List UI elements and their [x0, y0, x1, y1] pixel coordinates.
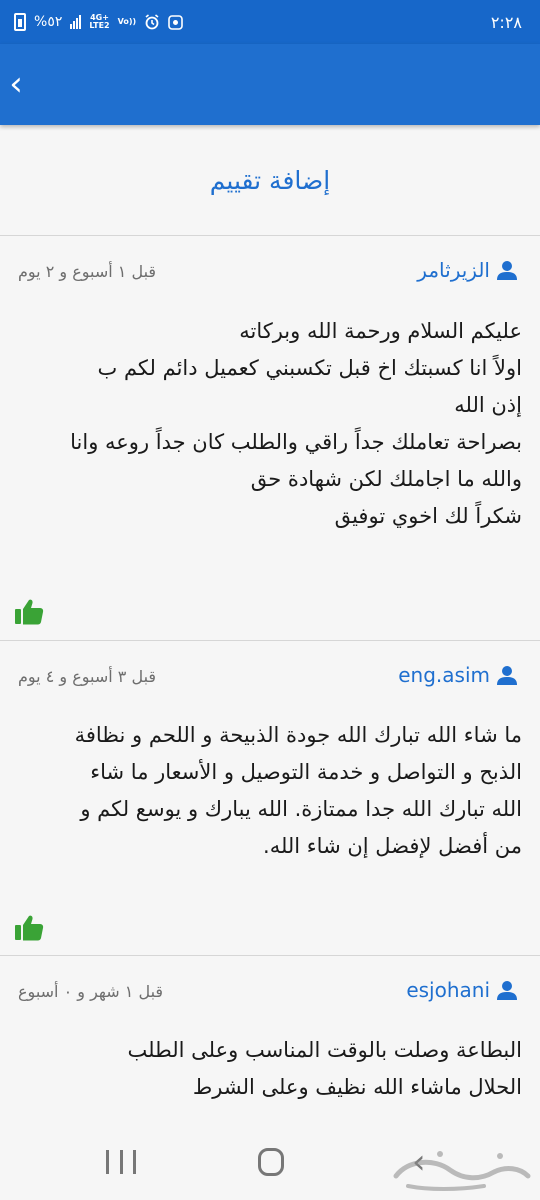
user-icon [497, 261, 517, 280]
review-header: الزيرثامر قبل ١ أسبوع و ٢ يوم [0, 236, 540, 306]
user-icon [497, 666, 517, 685]
screen: %٥٢ 4G+ LTE2 Vo)) ٢:٢٨ ‹ إضافة تقييم الز… [0, 0, 540, 1200]
add-review-link[interactable]: إضافة تقييم [210, 166, 330, 195]
battery-percent: %٥٢ [34, 14, 63, 30]
notification-icon [168, 14, 183, 30]
review-card: الزيرثامر قبل ١ أسبوع و ٢ يوم عليكم السل… [0, 235, 540, 640]
home-icon[interactable] [258, 1148, 284, 1176]
review-date: قبل ١ شهر و ٠ أسبوع [18, 982, 164, 1001]
status-icons: %٥٢ 4G+ LTE2 Vo)) [14, 0, 183, 44]
volte-indicator: Vo)) [117, 17, 137, 26]
clock: ٢:٢٨ [490, 12, 522, 32]
author-name[interactable]: الزيرثامر [417, 258, 490, 282]
review-header: eng.asim قبل ٣ أسبوع و ٤ يوم [0, 641, 540, 711]
site-watermark-logo [393, 1151, 531, 1191]
signal-icon [70, 15, 82, 29]
author-name[interactable]: eng.asim [398, 663, 490, 687]
review-author: esjohani [406, 978, 518, 1002]
review-header: esjohani قبل ١ شهر و ٠ أسبوع [0, 956, 540, 1026]
review-date: قبل ٣ أسبوع و ٤ يوم [18, 667, 157, 686]
recent-apps-icon[interactable] [106, 1150, 136, 1174]
battery-icon [14, 13, 26, 31]
review-text: البطاعة وصلت بالوقت المناسب وعلى الطلب ا… [127, 1038, 522, 1099]
review-card: esjohani قبل ١ شهر و ٠ أسبوع البطاعة وصل… [0, 955, 540, 1130]
review-text: ما شاء الله تبارك الله جودة الذبيحة و ال… [74, 723, 522, 858]
back-chevron-icon[interactable]: ‹ [4, 64, 28, 104]
review-card: eng.asim قبل ٣ أسبوع و ٤ يوم ما شاء الله… [0, 640, 540, 955]
review-author: eng.asim [398, 663, 518, 687]
add-review-section: إضافة تقييم [0, 125, 540, 235]
status-bar: %٥٢ 4G+ LTE2 Vo)) ٢:٢٨ [0, 0, 540, 44]
thumbs-up-icon[interactable] [14, 598, 44, 626]
review-date: قبل ١ أسبوع و ٢ يوم [18, 262, 157, 281]
author-name[interactable]: esjohani [406, 978, 490, 1002]
review-text: عليكم السلام ورحمة الله وبركاته اولاً ان… [70, 319, 522, 528]
thumbs-up-icon[interactable] [14, 914, 44, 942]
alarm-icon [145, 14, 159, 30]
network-type: 4G+ LTE2 [89, 13, 110, 30]
review-author: الزيرثامر [417, 258, 518, 282]
system-nav-bar: ‹ [0, 1118, 540, 1200]
app-header: ‹ [0, 44, 540, 125]
user-icon [497, 981, 517, 1000]
